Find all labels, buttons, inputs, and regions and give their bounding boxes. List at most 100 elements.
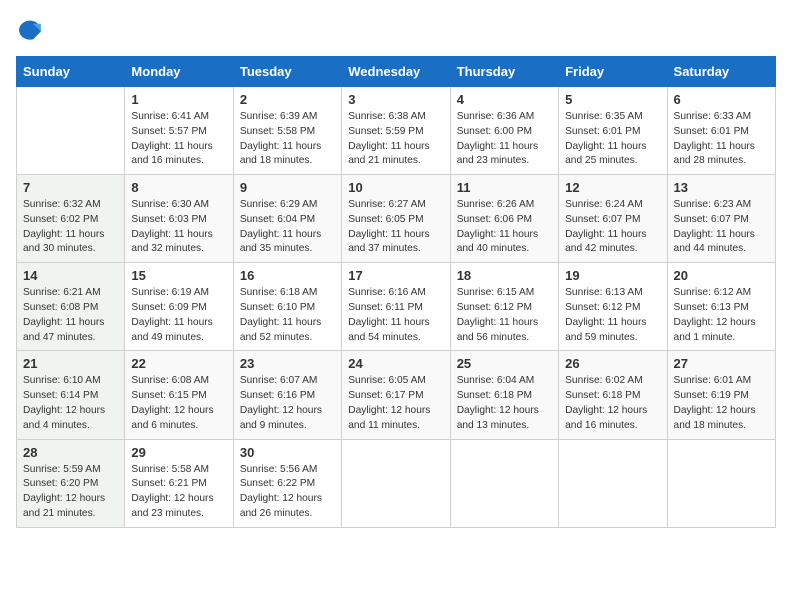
daylight: Daylight: 11 hours and 32 minutes. bbox=[131, 228, 226, 258]
day-number: 4 bbox=[457, 92, 552, 107]
day-cell: 28 Sunrise: 5:59 AMSunset: 6:20 PMDayligh… bbox=[17, 439, 125, 527]
daylight: Daylight: 11 hours and 25 minutes. bbox=[565, 140, 660, 170]
daylight: Daylight: 12 hours and 26 minutes. bbox=[240, 492, 335, 522]
day-cell: 1 Sunrise: 6:41 AMSunset: 5:57 PMDaylight… bbox=[125, 87, 233, 175]
day-cell: 15 Sunrise: 6:19 AMSunset: 6:09 PMDayligh… bbox=[125, 263, 233, 351]
sunset: Sunset: 5:58 PM bbox=[240, 125, 335, 140]
day-info: Sunrise: 6:18 AMSunset: 6:10 PMDaylight:… bbox=[240, 286, 335, 345]
sunset: Sunset: 6:20 PM bbox=[23, 477, 118, 492]
day-info: Sunrise: 6:19 AMSunset: 6:09 PMDaylight:… bbox=[131, 286, 226, 345]
sunset: Sunset: 6:12 PM bbox=[565, 301, 660, 316]
sunrise: Sunrise: 6:32 AM bbox=[23, 198, 118, 213]
day-number: 12 bbox=[565, 180, 660, 195]
day-cell: 10Sunrise: 6:27 AMSunset: 6:05 PMDayligh… bbox=[342, 175, 450, 263]
sunset: Sunset: 6:14 PM bbox=[23, 389, 118, 404]
day-info: Sunrise: 6:04 AMSunset: 6:18 PMDaylight:… bbox=[457, 374, 552, 433]
day-cell bbox=[667, 439, 775, 527]
day-number: 17 bbox=[348, 268, 443, 283]
daylight: Daylight: 11 hours and 42 minutes. bbox=[565, 228, 660, 258]
daylight: Daylight: 12 hours and 11 minutes. bbox=[348, 404, 443, 434]
day-number: 26 bbox=[565, 356, 660, 371]
daylight: Daylight: 11 hours and 40 minutes. bbox=[457, 228, 552, 258]
day-info: Sunrise: 6:02 AMSunset: 6:18 PMDaylight:… bbox=[565, 374, 660, 433]
daylight: Daylight: 11 hours and 44 minutes. bbox=[674, 228, 769, 258]
sunset: Sunset: 6:00 PM bbox=[457, 125, 552, 140]
daylight: Daylight: 12 hours and 23 minutes. bbox=[131, 492, 226, 522]
week-row: 7Sunrise: 6:32 AMSunset: 6:02 PMDaylight… bbox=[17, 175, 776, 263]
day-info: Sunrise: 6:24 AMSunset: 6:07 PMDaylight:… bbox=[565, 198, 660, 257]
day-cell: 9Sunrise: 6:29 AMSunset: 6:04 PMDaylight… bbox=[233, 175, 341, 263]
day-cell: 16 Sunrise: 6:18 AMSunset: 6:10 PMDayligh… bbox=[233, 263, 341, 351]
day-number: 15 bbox=[131, 268, 226, 283]
day-cell: 23Sunrise: 6:07 AMSunset: 6:16 PMDayligh… bbox=[233, 351, 341, 439]
daylight: Daylight: 11 hours and 30 minutes. bbox=[23, 228, 118, 258]
day-number: 21 bbox=[23, 356, 118, 371]
sunrise: Sunrise: 6:21 AM bbox=[23, 286, 118, 301]
day-cell: 24Sunrise: 6:05 AMSunset: 6:17 PMDayligh… bbox=[342, 351, 450, 439]
day-info: Sunrise: 5:59 AMSunset: 6:20 PMDaylight:… bbox=[23, 463, 118, 522]
daylight: Daylight: 11 hours and 21 minutes. bbox=[348, 140, 443, 170]
sunset: Sunset: 6:13 PM bbox=[674, 301, 769, 316]
sunset: Sunset: 6:01 PM bbox=[674, 125, 769, 140]
day-number: 19 bbox=[565, 268, 660, 283]
sunset: Sunset: 6:04 PM bbox=[240, 213, 335, 228]
day-info: Sunrise: 6:27 AMSunset: 6:05 PMDaylight:… bbox=[348, 198, 443, 257]
daylight: Daylight: 12 hours and 9 minutes. bbox=[240, 404, 335, 434]
day-info: Sunrise: 6:26 AMSunset: 6:06 PMDaylight:… bbox=[457, 198, 552, 257]
sunrise: Sunrise: 5:56 AM bbox=[240, 463, 335, 478]
day-info: Sunrise: 6:33 AMSunset: 6:01 PMDaylight:… bbox=[674, 110, 769, 169]
day-number: 1 bbox=[131, 92, 226, 107]
day-cell: 4Sunrise: 6:36 AMSunset: 6:00 PMDaylight… bbox=[450, 87, 558, 175]
day-number: 24 bbox=[348, 356, 443, 371]
sunset: Sunset: 6:21 PM bbox=[131, 477, 226, 492]
sunset: Sunset: 6:11 PM bbox=[348, 301, 443, 316]
sunset: Sunset: 6:03 PM bbox=[131, 213, 226, 228]
sunrise: Sunrise: 6:08 AM bbox=[131, 374, 226, 389]
day-info: Sunrise: 6:32 AMSunset: 6:02 PMDaylight:… bbox=[23, 198, 118, 257]
day-cell: 8Sunrise: 6:30 AMSunset: 6:03 PMDaylight… bbox=[125, 175, 233, 263]
day-number: 27 bbox=[674, 356, 769, 371]
sunset: Sunset: 6:05 PM bbox=[348, 213, 443, 228]
day-number: 5 bbox=[565, 92, 660, 107]
day-info: Sunrise: 6:12 AMSunset: 6:13 PMDaylight:… bbox=[674, 286, 769, 345]
sunset: Sunset: 5:59 PM bbox=[348, 125, 443, 140]
sunrise: Sunrise: 6:18 AM bbox=[240, 286, 335, 301]
week-row: 1 Sunrise: 6:41 AMSunset: 5:57 PMDaylight… bbox=[17, 87, 776, 175]
page-header bbox=[16, 16, 776, 44]
day-cell: 19Sunrise: 6:13 AMSunset: 6:12 PMDayligh… bbox=[559, 263, 667, 351]
daylight: Daylight: 11 hours and 28 minutes. bbox=[674, 140, 769, 170]
day-number: 2 bbox=[240, 92, 335, 107]
daylight: Daylight: 11 hours and 18 minutes. bbox=[240, 140, 335, 170]
sunset: Sunset: 6:07 PM bbox=[674, 213, 769, 228]
day-cell: 12 Sunrise: 6:24 AMSunset: 6:07 PMDayligh… bbox=[559, 175, 667, 263]
week-row: 28Sunrise: 5:59 AMSunset: 6:20 PMDayligh… bbox=[17, 439, 776, 527]
sunrise: Sunrise: 6:15 AM bbox=[457, 286, 552, 301]
daylight: Daylight: 11 hours and 23 minutes. bbox=[457, 140, 552, 170]
sunrise: Sunrise: 6:13 AM bbox=[565, 286, 660, 301]
calendar-body: 1 Sunrise: 6:41 AMSunset: 5:57 PMDaylight… bbox=[17, 87, 776, 528]
logo bbox=[16, 16, 48, 44]
day-cell: 26 Sunrise: 6:02 AMSunset: 6:18 PMDayligh… bbox=[559, 351, 667, 439]
day-info: Sunrise: 5:56 AMSunset: 6:22 PMDaylight:… bbox=[240, 463, 335, 522]
sunset: Sunset: 6:02 PM bbox=[23, 213, 118, 228]
sunrise: Sunrise: 6:02 AM bbox=[565, 374, 660, 389]
day-number: 28 bbox=[23, 445, 118, 460]
day-cell: 21Sunrise: 6:10 AMSunset: 6:14 PMDayligh… bbox=[17, 351, 125, 439]
sunrise: Sunrise: 6:30 AM bbox=[131, 198, 226, 213]
sunrise: Sunrise: 6:01 AM bbox=[674, 374, 769, 389]
sunrise: Sunrise: 5:59 AM bbox=[23, 463, 118, 478]
day-number: 7 bbox=[23, 180, 118, 195]
sunrise: Sunrise: 6:12 AM bbox=[674, 286, 769, 301]
day-info: Sunrise: 6:16 AMSunset: 6:11 PMDaylight:… bbox=[348, 286, 443, 345]
day-cell: 22Sunrise: 6:08 AMSunset: 6:15 PMDayligh… bbox=[125, 351, 233, 439]
day-number: 20 bbox=[674, 268, 769, 283]
header-day: Sunday bbox=[17, 57, 125, 87]
day-cell bbox=[450, 439, 558, 527]
day-number: 16 bbox=[240, 268, 335, 283]
day-cell: 5Sunrise: 6:35 AMSunset: 6:01 PMDaylight… bbox=[559, 87, 667, 175]
day-info: Sunrise: 6:41 AMSunset: 5:57 PMDaylight:… bbox=[131, 110, 226, 169]
day-cell: 6Sunrise: 6:33 AMSunset: 6:01 PMDaylight… bbox=[667, 87, 775, 175]
header-day: Friday bbox=[559, 57, 667, 87]
sunset: Sunset: 5:57 PM bbox=[131, 125, 226, 140]
sunrise: Sunrise: 6:23 AM bbox=[674, 198, 769, 213]
